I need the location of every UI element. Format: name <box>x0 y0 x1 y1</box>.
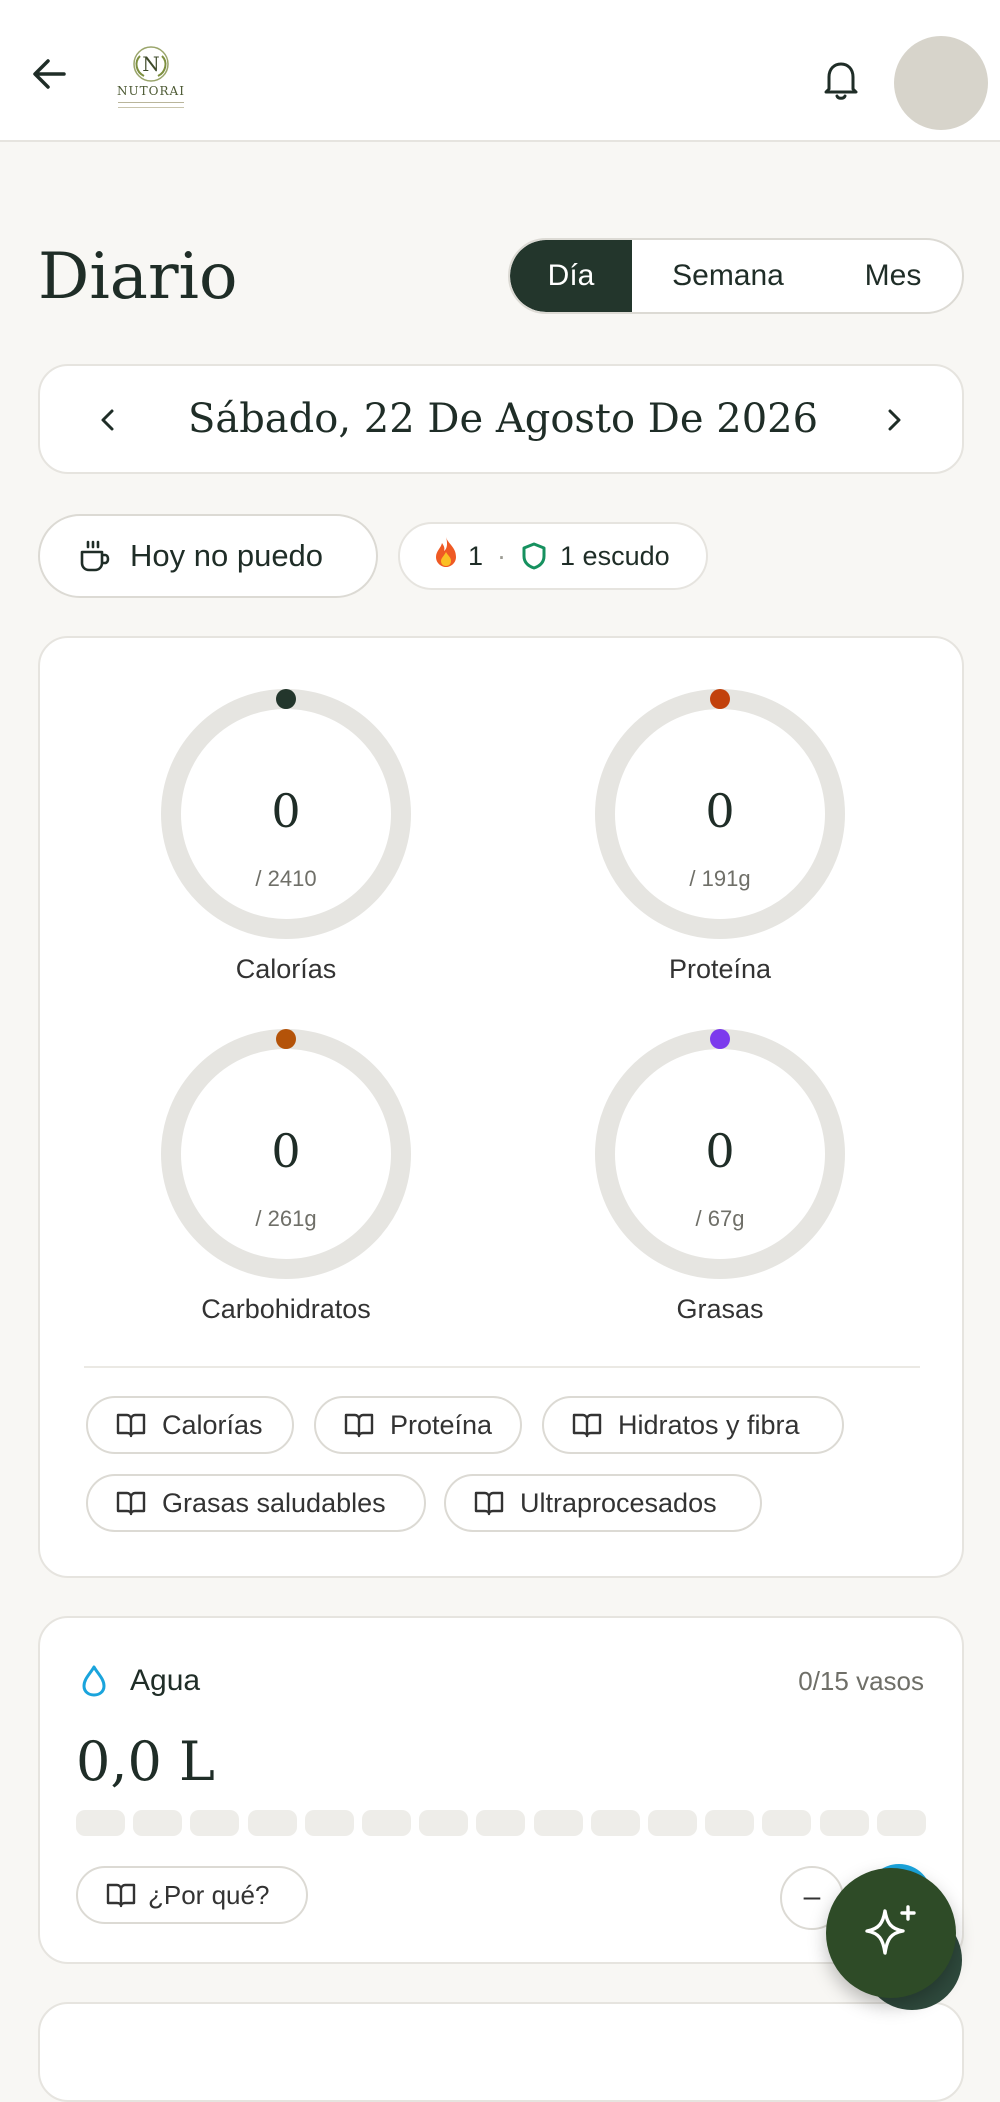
macro-name: Grasas <box>676 1294 764 1324</box>
shield-icon <box>522 542 546 570</box>
book-open-icon <box>572 1413 602 1438</box>
logo-wordmark: NUTORAI <box>117 84 185 98</box>
streak-badge[interactable]: 1 · 1 escudo <box>398 522 708 590</box>
guide-chip-calories[interactable]: Calorías <box>86 1396 294 1454</box>
chevron-right-icon <box>888 409 901 431</box>
book-open-icon <box>344 1413 374 1438</box>
water-why-label: ¿Por qué? <box>148 1879 270 1910</box>
avatar[interactable] <box>894 36 988 130</box>
flame-icon <box>432 535 460 577</box>
macro-goal: / 261g <box>255 1206 317 1231</box>
water-glass-6[interactable] <box>362 1810 412 1836</box>
water-glass-4[interactable] <box>247 1810 297 1836</box>
ring-progress-dot <box>276 689 296 709</box>
water-glass-14[interactable] <box>819 1810 869 1836</box>
macro-name: Carbohidratos <box>201 1294 371 1324</box>
macro-goal: / 67g <box>695 1206 745 1231</box>
water-glass-11[interactable] <box>648 1810 698 1836</box>
tab-mes[interactable]: Mes <box>824 240 962 312</box>
macros-card: 0 / 2410 Calorías 0 / 191g Proteína 0 / … <box>38 636 964 1578</box>
water-glass-10[interactable] <box>590 1810 640 1836</box>
skip-today-label: Hoy no puedo <box>130 538 324 573</box>
coffee-cup-icon <box>80 540 110 572</box>
water-why-button[interactable]: ¿Por qué? <box>76 1866 308 1924</box>
sparkles-icon <box>865 1905 916 1955</box>
water-glass-3[interactable] <box>190 1810 240 1836</box>
water-title: Agua <box>130 1664 201 1697</box>
svg-text:N: N <box>142 52 160 76</box>
logo-tagline-lines <box>118 102 184 108</box>
water-glass-9[interactable] <box>533 1810 583 1836</box>
water-glass-count: 0/15 vasos <box>798 1666 924 1696</box>
water-glasses-tracker[interactable] <box>76 1810 926 1840</box>
top-bar: N NUTORAI <box>0 0 1000 142</box>
skip-today-button[interactable]: Hoy no puedo <box>38 514 378 598</box>
guide-chip-label: Ultraprocesados <box>520 1487 717 1518</box>
macro-goal: / 2410 <box>255 866 317 891</box>
divider <box>84 1366 920 1368</box>
macro-goal: / 191g <box>689 866 751 891</box>
next-day-button[interactable] <box>876 402 912 438</box>
app-logo[interactable]: N NUTORAI <box>112 44 190 114</box>
arrow-left-icon <box>33 59 66 89</box>
water-glass-1[interactable] <box>76 1810 125 1836</box>
water-glass-12[interactable] <box>705 1810 755 1836</box>
macro-ring-calories[interactable]: 0 / 2410 Calorías <box>156 684 416 994</box>
macro-ring-protein[interactable]: 0 / 191g Proteína <box>590 684 850 994</box>
book-open-icon <box>116 1491 146 1516</box>
guide-chip-healthy-fats[interactable]: Grasas saludables <box>86 1474 426 1532</box>
next-section-card <box>38 2002 964 2102</box>
water-card: Agua 0/15 vasos 0,0 L ¿Por qué? – <box>38 1616 964 1964</box>
macro-value: 0 <box>705 784 735 838</box>
water-glass-7[interactable] <box>419 1810 469 1836</box>
macro-value: 0 <box>271 784 301 838</box>
guide-chip-protein[interactable]: Proteína <box>314 1396 522 1454</box>
bell-icon <box>824 62 858 100</box>
page-title: Diario <box>38 240 238 314</box>
ring-progress-dot <box>276 1029 296 1049</box>
ai-assistant-button[interactable] <box>826 1868 956 1998</box>
tab-semana[interactable]: Semana <box>632 240 824 312</box>
guide-chip-carbs-fiber[interactable]: Hidratos y fibra <box>542 1396 844 1454</box>
macro-ring-fats[interactable]: 0 / 67g Grasas <box>590 1024 850 1334</box>
macro-name: Calorías <box>235 954 337 984</box>
date-navigator: Sábado, 22 De Agosto De 2026 <box>38 364 964 474</box>
back-button[interactable] <box>28 52 72 96</box>
notifications-button[interactable] <box>816 54 866 104</box>
macro-name: Proteína <box>668 954 772 984</box>
macro-ring-carbs[interactable]: 0 / 261g Carbohidratos <box>156 1024 416 1334</box>
ring-progress-dot <box>710 1029 730 1049</box>
water-glass-5[interactable] <box>304 1810 354 1836</box>
ring-progress-dot <box>710 689 730 709</box>
droplet-icon <box>82 1665 106 1697</box>
water-liters: 0,0 L <box>76 1730 215 1793</box>
macro-value: 0 <box>271 1124 301 1178</box>
current-date: Sábado, 22 De Agosto De 2026 <box>187 396 819 442</box>
macro-value: 0 <box>705 1124 735 1178</box>
water-glass-8[interactable] <box>476 1810 526 1836</box>
water-glass-13[interactable] <box>762 1810 812 1836</box>
guide-chip-label: Grasas saludables <box>162 1487 386 1518</box>
book-open-icon <box>116 1413 146 1438</box>
guide-chip-ultraprocessed[interactable]: Ultraprocesados <box>444 1474 762 1532</box>
leaf-logo-icon: N <box>133 46 169 82</box>
view-switcher: Día Semana Mes <box>508 238 964 314</box>
book-open-icon <box>474 1491 504 1516</box>
guide-chip-label: Proteína <box>390 1409 493 1440</box>
book-open-icon <box>106 1883 136 1908</box>
streak-days: 1 <box>468 540 484 571</box>
shields-label: 1 escudo <box>560 540 670 571</box>
water-glass-2[interactable] <box>133 1810 183 1836</box>
guide-chip-label: Calorías <box>162 1409 263 1440</box>
water-glass-15[interactable] <box>876 1810 926 1836</box>
guide-chip-label: Hidratos y fibra <box>618 1409 800 1440</box>
streak-separator: · <box>497 540 507 571</box>
tab-dia[interactable]: Día <box>510 240 632 312</box>
